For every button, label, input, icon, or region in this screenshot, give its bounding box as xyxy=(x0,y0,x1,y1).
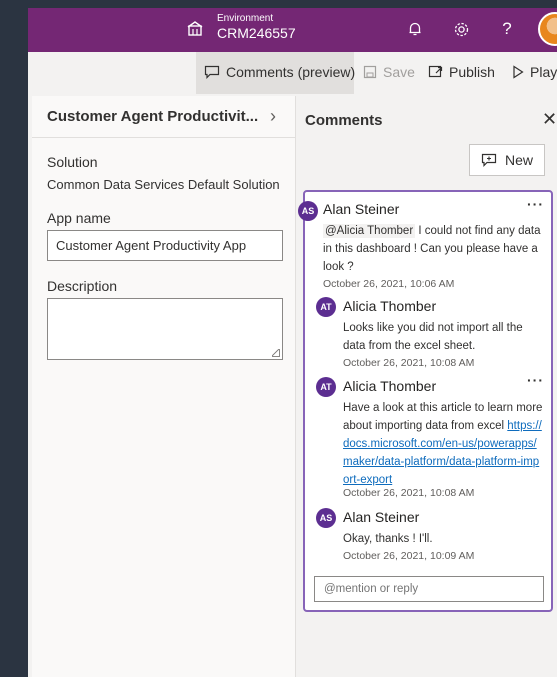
play-icon xyxy=(513,65,524,79)
app-settings-panel: Customer Agent Productivit... › Solution… xyxy=(32,96,296,677)
bell-icon[interactable] xyxy=(404,18,426,40)
environment-label: Environment xyxy=(217,13,274,24)
publish-icon xyxy=(428,65,443,78)
user-avatar[interactable] xyxy=(538,12,557,46)
app-name-label: App name xyxy=(47,210,111,226)
resize-grip-icon[interactable] xyxy=(272,349,280,357)
reply-input[interactable] xyxy=(314,576,544,602)
avatar: AS xyxy=(298,201,318,221)
more-options-icon[interactable]: ··· xyxy=(527,196,544,212)
solution-label: Solution xyxy=(47,154,98,170)
chevron-right-icon[interactable]: › xyxy=(270,106,276,127)
new-comment-label: New xyxy=(504,152,533,168)
new-comment-button[interactable]: New xyxy=(469,144,545,176)
command-bar: Comments (preview) Save Publish Play xyxy=(28,52,557,94)
comments-panel-title: Comments xyxy=(305,112,383,129)
environment-icon[interactable] xyxy=(186,20,204,38)
solution-value: Common Data Services Default Solution xyxy=(47,177,280,192)
comment-timestamp: October 26, 2021, 10:08 AM xyxy=(343,487,475,499)
publish-button[interactable]: Publish xyxy=(428,64,495,80)
avatar: AT xyxy=(316,377,336,397)
top-bar: Environment CRM246557 ? xyxy=(28,8,557,52)
save-button[interactable]: Save xyxy=(363,64,415,80)
comments-button-label: Comments (preview) xyxy=(226,64,356,80)
window-top-edge xyxy=(28,0,557,8)
more-options-icon[interactable]: ··· xyxy=(527,372,544,388)
comment-author: Alan Steiner xyxy=(343,509,420,525)
comments-button[interactable]: Comments (preview) xyxy=(204,64,355,80)
comment-mention[interactable]: @Alicia Thomber xyxy=(323,224,416,238)
comment-author: Alicia Thomber xyxy=(343,298,437,314)
app-panel-title: Customer Agent Productivit... xyxy=(47,108,259,125)
app-panel-header: Customer Agent Productivit... › xyxy=(32,96,296,138)
comment-timestamp: October 26, 2021, 10:09 AM xyxy=(343,550,475,562)
avatar: AT xyxy=(316,297,336,317)
desktop-background xyxy=(0,0,28,677)
comment-timestamp: October 26, 2021, 10:08 AM xyxy=(343,357,475,369)
avatar: AS xyxy=(316,508,336,528)
comment-text: Okay, thanks ! I'll. xyxy=(343,533,433,545)
comment-text: @Alicia Thomber I could not find any dat… xyxy=(323,222,545,276)
help-icon[interactable]: ? xyxy=(496,18,518,40)
comment-author: Alan Steiner xyxy=(323,201,400,217)
comment-timestamp: October 26, 2021, 10:06 AM xyxy=(323,278,455,290)
save-button-label: Save xyxy=(383,64,415,80)
close-icon[interactable]: ✕ xyxy=(542,109,557,130)
gear-icon[interactable] xyxy=(450,18,472,40)
comment-text: Have a look at this article to learn mor… xyxy=(343,399,545,489)
comment-icon xyxy=(204,65,220,79)
play-button-label: Play xyxy=(530,64,557,80)
publish-button-label: Publish xyxy=(449,64,495,80)
description-textarea[interactable] xyxy=(47,298,283,360)
description-label: Description xyxy=(47,278,118,294)
environment-name[interactable]: CRM246557 xyxy=(217,25,296,41)
play-button[interactable]: Play xyxy=(512,64,557,80)
comments-panel: Comments ✕ New AS Alan Steiner ··· @Alic… xyxy=(297,96,557,677)
comment-author: Alicia Thomber xyxy=(343,378,437,394)
app-name-input[interactable] xyxy=(47,230,283,261)
comment-text: Looks like you did not import all the da… xyxy=(343,322,523,352)
comment-thread[interactable]: AS Alan Steiner ··· @Alicia Thomber I co… xyxy=(298,190,553,612)
save-icon xyxy=(363,65,377,79)
new-comment-icon xyxy=(481,153,497,167)
